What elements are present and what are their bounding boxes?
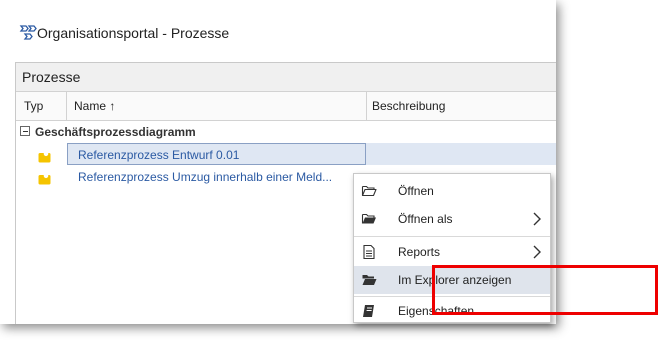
menu-item-oeffnen-als[interactable]: Öffnen als [354,205,550,233]
portal-logo-icon [19,23,39,43]
menu-item-oeffnen[interactable]: Öffnen [354,177,550,205]
column-header-typ[interactable]: Typ [24,92,43,120]
group-label: Geschäftsprozessdiagramm [35,125,196,139]
annotation-highlight-box [432,265,658,315]
column-divider[interactable] [66,92,67,120]
column-header-beschreibung[interactable]: Beschreibung [372,92,445,120]
table-row[interactable]: Referenzprozess Entwurf 0.01 [16,143,556,165]
group-row[interactable]: Geschäftsprozessdiagramm [16,121,556,143]
row-highlight [366,143,556,165]
menu-item-label: Reports [398,245,441,259]
window-title: Organisationsportal - Prozesse [37,25,230,41]
document-icon [361,244,377,260]
folder-filled-icon [361,272,377,288]
menu-item-label: Öffnen [398,184,434,198]
column-divider[interactable] [366,92,367,120]
chevron-right-icon [532,245,542,259]
column-header-name[interactable]: Name ↑ [74,92,115,120]
menu-separator [354,236,550,237]
chevron-right-icon [532,212,542,226]
book-icon [361,303,377,319]
table-header: Typ Name ↑ Beschreibung [16,92,556,121]
menu-item-reports[interactable]: Reports [354,238,550,266]
folder-open-icon [361,211,377,227]
process-file-icon [38,148,52,163]
panel-title: Prozesse [16,63,556,92]
process-name[interactable]: Referenzprozess Umzug innerhalb einer Me… [67,165,366,187]
folder-open-icon [361,183,377,199]
collapse-toggle-icon[interactable] [20,126,30,136]
process-name[interactable]: Referenzprozess Entwurf 0.01 [67,143,366,165]
title-bar: Organisationsportal - Prozesse [0,0,556,62]
process-file-icon [38,170,52,185]
menu-item-label: Öffnen als [398,212,453,226]
